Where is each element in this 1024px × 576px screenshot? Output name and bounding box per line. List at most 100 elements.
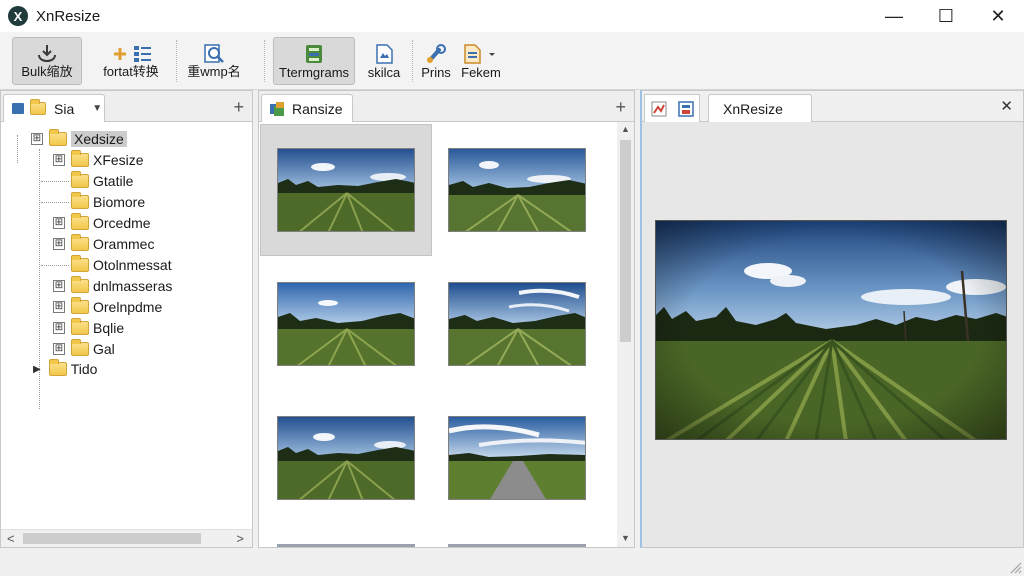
thumbnail-panel-tabbar: Ransize + xyxy=(259,91,634,122)
expand-icon[interactable]: ⊞ xyxy=(53,217,65,229)
expand-icon[interactable]: ⊞ xyxy=(53,154,65,166)
rename-icon xyxy=(204,44,224,63)
expand-icon[interactable]: ⊞ xyxy=(53,301,65,313)
tree-item[interactable]: ▶ Tido xyxy=(33,359,97,379)
scroll-down-arrow[interactable]: ▼ xyxy=(621,533,630,543)
tree-item-label: Tido xyxy=(70,361,98,377)
minimize-button[interactable]: — xyxy=(868,0,920,32)
folder-icon xyxy=(71,339,89,356)
preview-panel-tabbar: XnResize ✕ xyxy=(642,91,1023,122)
tree-item-root[interactable]: ⊞ Xedsize xyxy=(31,129,127,149)
file-menu-label: Fekem xyxy=(461,65,501,80)
file-menu-icon xyxy=(464,44,495,64)
expand-icon[interactable]: ⊞ xyxy=(53,322,65,334)
expand-icon[interactable]: ⊞ xyxy=(53,280,65,292)
link-icon xyxy=(427,44,446,63)
tree-connector xyxy=(17,135,18,163)
thumbnail-image xyxy=(448,416,586,500)
expand-icon[interactable]: ⊞ xyxy=(31,133,43,145)
thumbnail-item[interactable] xyxy=(431,124,603,256)
tree-item[interactable]: Gtatile xyxy=(71,171,133,191)
scrollbar-thumb[interactable] xyxy=(620,140,631,342)
format-convert-icon xyxy=(114,46,151,62)
rename-button[interactable]: 重wmp名 xyxy=(180,37,248,85)
tree-item[interactable]: ⊞ dnlmasseras xyxy=(53,276,172,296)
scrollbar-thumb[interactable] xyxy=(23,533,201,544)
add-tab-button[interactable]: + xyxy=(233,97,244,118)
bulk-resize-icon xyxy=(38,45,56,62)
tree-item[interactable]: ⊞ Orcedme xyxy=(53,213,151,233)
scroll-up-arrow[interactable]: ▲ xyxy=(621,124,630,134)
expand-icon[interactable]: ⊞ xyxy=(53,238,65,250)
tree-item[interactable]: ⊞ Orammec xyxy=(53,234,154,254)
horizontal-scrollbar[interactable]: < > xyxy=(1,529,252,547)
app-window: X XnResize — ☐ ✕ Bulk缩放 fortat转换 重wmp名 T… xyxy=(0,0,1024,576)
thumbnail-item[interactable] xyxy=(431,258,603,390)
tree-item[interactable]: ⊞ Bqlie xyxy=(53,318,124,338)
folder-icon xyxy=(71,213,89,230)
image-stack-icon xyxy=(270,101,284,116)
tree-item[interactable]: Otolnmessat xyxy=(71,255,172,275)
tab-sia-label: Sia xyxy=(54,100,75,117)
tree-item-label: Otolnmessat xyxy=(93,257,172,273)
folder-small-icon xyxy=(30,99,46,115)
toolbar-separator xyxy=(412,40,413,82)
thumbnail-item[interactable] xyxy=(260,392,432,524)
expand-arrow-icon[interactable]: ▶ xyxy=(33,364,41,375)
bulk-resize-button[interactable]: Bulk缩放 xyxy=(12,37,82,85)
file-menu-button[interactable]: Fekem xyxy=(458,37,514,85)
folder-icon xyxy=(48,359,67,376)
print-button[interactable]: Prins xyxy=(416,37,456,85)
close-tab-button[interactable]: ✕ xyxy=(1000,97,1013,115)
maximize-button[interactable]: ☐ xyxy=(920,0,972,32)
app-logo-icon: X xyxy=(8,6,28,26)
tree-item[interactable]: Biomore xyxy=(71,192,145,212)
scroll-right-arrow[interactable]: > xyxy=(236,531,244,546)
folder-tab-icon xyxy=(12,103,24,114)
folder-icon xyxy=(71,150,89,167)
tree-item-label: XFesize xyxy=(93,152,144,168)
vertical-scrollbar[interactable]: ▲ ▼ xyxy=(617,122,634,547)
scroll-left-arrow[interactable]: < xyxy=(7,531,15,546)
tab-xnresize[interactable]: XnResize xyxy=(708,94,812,122)
preview-panel: XnResize ✕ xyxy=(640,90,1024,548)
folder-panel-tabbar: Sia ▼ + xyxy=(1,91,252,122)
document-button[interactable]: skilca xyxy=(360,37,408,85)
tree-item[interactable]: ⊞ Orelnpdme xyxy=(53,297,162,317)
thumbnail-image xyxy=(277,148,415,232)
tree-item[interactable]: ⊞ XFesize xyxy=(53,150,144,170)
image-tab-icon xyxy=(651,101,666,116)
template-button[interactable]: Ttermgrams xyxy=(273,37,355,85)
template-icon xyxy=(306,45,322,63)
thumbnail-image xyxy=(448,282,586,366)
preview-area xyxy=(642,122,1023,547)
folder-icon xyxy=(71,192,89,209)
thumbnail-item[interactable] xyxy=(431,392,603,524)
tree-connector xyxy=(41,265,69,266)
tree-item[interactable]: ⊞ Gal xyxy=(53,339,115,359)
folder-panel: Sia ▼ + ⊞ Xedsize ⊞ XFesize Gtatile Biom… xyxy=(0,90,253,548)
image-tab-button[interactable] xyxy=(644,94,700,122)
window-controls: — ☐ ✕ xyxy=(868,0,1024,32)
tab-sia[interactable]: Sia ▼ xyxy=(3,94,105,122)
expand-icon[interactable]: ⊞ xyxy=(53,343,65,355)
thumbnail-image xyxy=(277,416,415,500)
thumbnail-item[interactable] xyxy=(260,258,432,390)
chevron-down-icon[interactable]: ▼ xyxy=(92,103,102,114)
close-button[interactable]: ✕ xyxy=(972,0,1024,32)
print-label: Prins xyxy=(421,65,451,80)
preview-image[interactable] xyxy=(655,220,1007,440)
format-convert-button[interactable]: fortat转换 xyxy=(96,37,166,85)
title-bar: X XnResize — ☐ ✕ xyxy=(0,0,1024,32)
save-icon xyxy=(677,100,694,117)
tab-ransize[interactable]: Ransize xyxy=(261,94,353,122)
tab-ransize-label: Ransize xyxy=(292,100,343,117)
status-bar xyxy=(0,548,1024,576)
toolbar-separator xyxy=(176,40,177,82)
folder-icon xyxy=(49,129,67,146)
document-icon xyxy=(376,44,393,64)
thumbnail-item[interactable] xyxy=(260,124,432,256)
resize-grip-icon[interactable] xyxy=(1008,560,1022,574)
window-title: XnResize xyxy=(36,7,101,25)
add-tab-button[interactable]: + xyxy=(615,97,626,118)
